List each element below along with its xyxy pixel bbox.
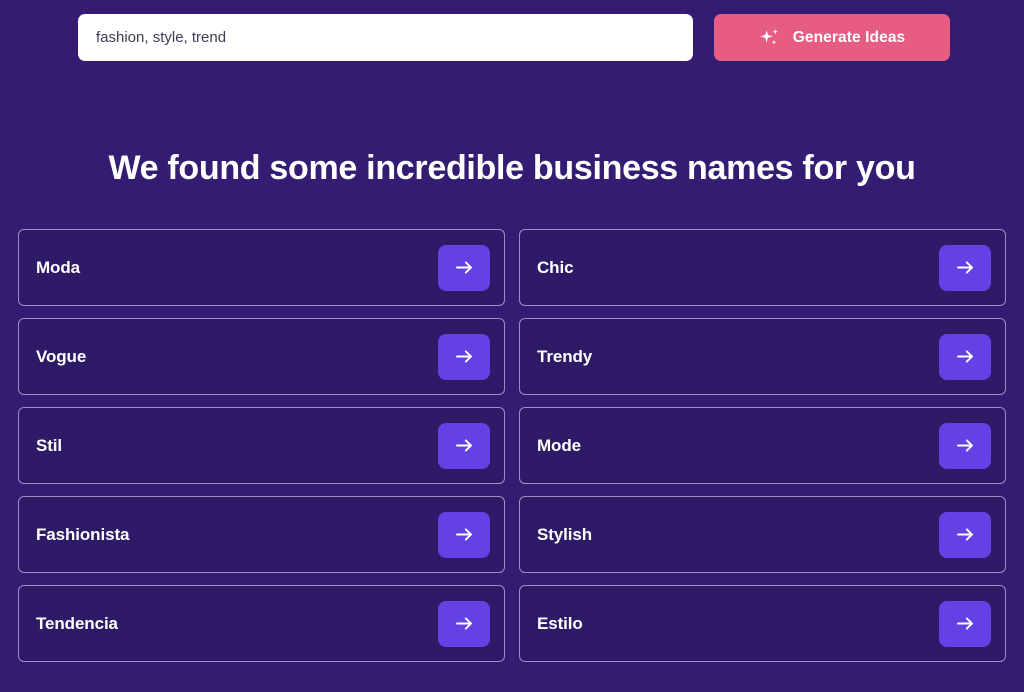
- name-result-card[interactable]: Trendy: [519, 318, 1006, 395]
- arrow-right-icon: [454, 524, 475, 545]
- business-name-label: Stil: [36, 436, 62, 456]
- name-results-grid: Moda Chic Vogue Trendy Stil Mode Fashionista St…: [18, 229, 1006, 662]
- business-name-label: Tendencia: [36, 614, 118, 634]
- name-result-card[interactable]: Moda: [18, 229, 505, 306]
- select-name-button[interactable]: [438, 334, 490, 380]
- name-result-card[interactable]: Estilo: [519, 585, 1006, 662]
- business-name-label: Mode: [537, 436, 581, 456]
- business-name-label: Chic: [537, 258, 573, 278]
- generate-ideas-button[interactable]: Generate Ideas: [714, 14, 950, 61]
- name-result-card[interactable]: Vogue: [18, 318, 505, 395]
- name-result-card[interactable]: Mode: [519, 407, 1006, 484]
- page-title: We found some incredible business names …: [0, 145, 1024, 191]
- sparkle-icon: [759, 27, 781, 49]
- name-result-card[interactable]: Tendencia: [18, 585, 505, 662]
- arrow-right-icon: [454, 435, 475, 456]
- name-result-card[interactable]: Fashionista: [18, 496, 505, 573]
- select-name-button[interactable]: [939, 423, 991, 469]
- arrow-right-icon: [454, 613, 475, 634]
- arrow-right-icon: [955, 613, 976, 634]
- select-name-button[interactable]: [939, 334, 991, 380]
- name-result-card[interactable]: Chic: [519, 229, 1006, 306]
- select-name-button[interactable]: [438, 423, 490, 469]
- business-name-label: Fashionista: [36, 525, 129, 545]
- keyword-search-input[interactable]: [78, 14, 693, 61]
- select-name-button[interactable]: [939, 512, 991, 558]
- business-name-label: Trendy: [537, 347, 592, 367]
- select-name-button[interactable]: [438, 512, 490, 558]
- arrow-right-icon: [955, 435, 976, 456]
- select-name-button[interactable]: [438, 601, 490, 647]
- name-result-card[interactable]: Stylish: [519, 496, 1006, 573]
- business-name-label: Estilo: [537, 614, 583, 634]
- arrow-right-icon: [454, 257, 475, 278]
- select-name-button[interactable]: [939, 601, 991, 647]
- business-name-generator-page: Generate Ideas We found some incredible …: [0, 0, 1024, 692]
- arrow-right-icon: [955, 257, 976, 278]
- generate-ideas-label: Generate Ideas: [793, 29, 906, 47]
- business-name-label: Moda: [36, 258, 80, 278]
- business-name-label: Vogue: [36, 347, 86, 367]
- select-name-button[interactable]: [939, 245, 991, 291]
- arrow-right-icon: [955, 346, 976, 367]
- select-name-button[interactable]: [438, 245, 490, 291]
- business-name-label: Stylish: [537, 525, 592, 545]
- arrow-right-icon: [955, 524, 976, 545]
- name-result-card[interactable]: Stil: [18, 407, 505, 484]
- arrow-right-icon: [454, 346, 475, 367]
- top-search-bar: Generate Ideas: [0, 0, 1024, 74]
